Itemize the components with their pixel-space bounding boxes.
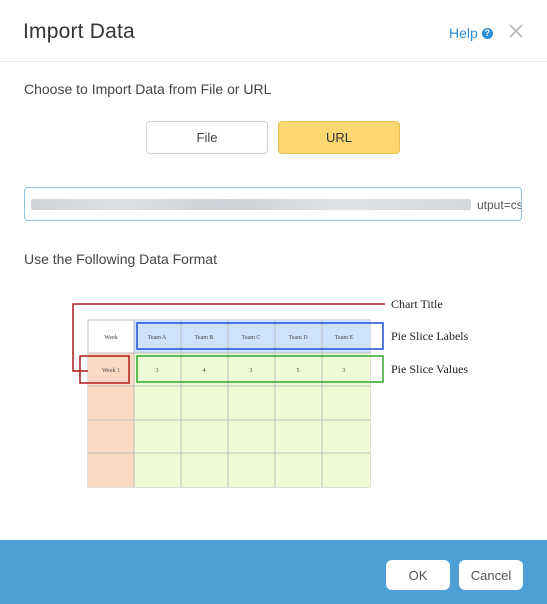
header-cell-team-c: Team C [242,335,261,341]
grid-lines [88,320,370,487]
slice-labels-callout-label: Pie Slice Labels [391,329,469,343]
header-cell-week: Week [104,335,118,341]
value-cell-week: Week 1 [102,368,120,374]
help-link[interactable]: Help ? [449,25,493,41]
value-cell-a: 3 [156,368,159,374]
values-fill [134,353,370,487]
source-prompt: Choose to Import Data from File or URL [24,81,272,97]
dialog-title: Import Data [23,20,135,43]
chart-title-callout-line [72,303,385,372]
header-cell-team-e: Team E [335,335,354,341]
chart-title-callout-box [79,355,130,384]
file-toggle-button[interactable]: File [146,121,268,154]
chart-title-callout-label: Chart Title [391,297,443,311]
slice-values-callout-label: Pie Slice Values [391,362,468,376]
value-cell-b: 4 [203,368,206,374]
value-cell-d: 5 [297,368,300,374]
question-circle-icon: ? [481,27,493,39]
url-visible-tail: utput=csv [477,198,521,212]
cancel-button[interactable]: Cancel [459,560,523,590]
format-grid [87,319,371,488]
close-icon[interactable] [508,23,524,39]
first-column-fill [88,353,134,487]
url-obscured-text [31,199,471,210]
dialog-header: Import Data Help ? [0,0,547,62]
ok-button[interactable]: OK [386,560,450,590]
url-toggle-button[interactable]: URL [278,121,400,154]
header-cell-team-d: Team D [288,335,308,341]
url-input[interactable]: utput=csv [24,187,522,221]
slice-values-callout-box [136,355,384,383]
header-cell-team-a: Team A [148,335,167,341]
header-cell-team-b: Team B [195,335,214,341]
value-cell-c: 3 [250,368,253,374]
format-label: Use the Following Data Format [24,251,217,267]
value-cell-e: 3 [343,368,346,374]
header-row-fill [134,320,370,353]
help-label: Help [449,25,478,41]
slice-labels-callout-box [136,322,384,350]
